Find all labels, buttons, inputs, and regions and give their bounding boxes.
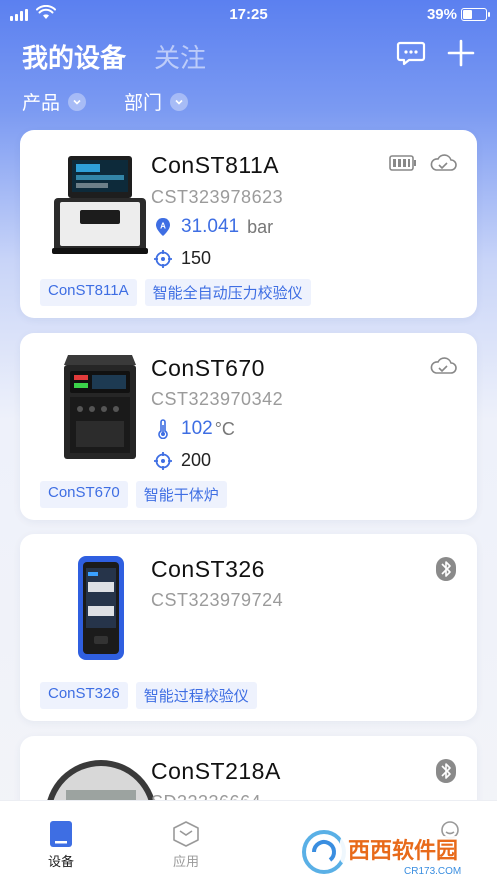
target-icon (154, 451, 172, 470)
tab-my-devices[interactable]: 我的设备 (22, 38, 126, 75)
device-card[interactable]: ConST670 CST323970342 102 °C 200 ConST67… (20, 333, 477, 520)
bluetooth-icon (436, 557, 456, 581)
nav-apps-label: 应用 (172, 854, 199, 869)
device-serial: CST323978623 (151, 187, 284, 207)
device-name: ConST218A (151, 758, 281, 784)
device-tags: ConST326 智能过程校验仪 (40, 682, 257, 709)
device-name: ConST670 (151, 355, 265, 381)
device-metric-setpoint: 150 (153, 248, 211, 269)
cloud-check-icon (430, 357, 457, 374)
add-device-button[interactable] (446, 38, 476, 68)
watermark-sub: CR173.COM (404, 866, 461, 877)
tag-category: 智能干体炉 (135, 481, 227, 508)
tag-category: 智能全自动压力校验仪 (144, 279, 311, 306)
metric-value: 200 (181, 450, 212, 470)
device-metric-setpoint: 200 (153, 450, 211, 471)
target-icon (154, 249, 172, 268)
metric-unit: bar (247, 216, 274, 237)
nav-devices-label: 设备 (47, 854, 74, 869)
nav-header: 我的设备 关注 (0, 30, 497, 78)
message-icon (396, 41, 426, 66)
device-image-dry-block (64, 355, 136, 459)
filter-bar: 产品 部门 (0, 88, 497, 120)
device-metric-temperature: 102 °C (153, 418, 235, 440)
message-button[interactable] (396, 38, 426, 68)
watermark-text: 西西软件园 (348, 838, 458, 864)
cube-icon (156, 817, 216, 851)
battery-percent: 39% (426, 6, 457, 23)
chevron-down-icon (68, 92, 87, 111)
tag-model: ConST811A (40, 279, 137, 306)
metric-unit: °C (214, 418, 235, 439)
device-status-icons (429, 355, 457, 377)
tab-follow[interactable]: 关注 (154, 38, 206, 75)
device-tab-icon (31, 817, 91, 851)
add-icon (447, 39, 475, 67)
device-card[interactable]: ConST326 CST323979724 ConST326 智能过程校验仪 (20, 534, 477, 721)
filter-department-label: 部门 (124, 93, 163, 114)
device-metric-pressure: A 31.041 bar (153, 216, 273, 238)
filter-product[interactable]: 产品 (22, 88, 87, 115)
thermometer-icon (158, 419, 168, 439)
svg-text:A: A (160, 222, 166, 231)
status-bar: 17:25 39% (0, 0, 497, 30)
device-tags: ConST811A 智能全自动压力校验仪 (40, 279, 311, 306)
device-card[interactable]: ConST811A CST323978623 A 31.041 bar 150 … (20, 130, 477, 318)
tag-category: 智能过程校验仪 (135, 682, 257, 709)
device-image-pressure-calibrator (52, 156, 148, 254)
device-status-icons (389, 152, 457, 174)
tag-model: ConST670 (40, 481, 128, 508)
watermark-logo: 西西软件园 CR173.COM (302, 830, 474, 877)
device-name: ConST326 (151, 556, 265, 582)
device-serial: CST323970342 (151, 389, 284, 409)
nav-devices[interactable]: 设备 (31, 817, 91, 870)
pressure-icon: A (156, 218, 170, 236)
battery-icon (461, 8, 490, 21)
tag-model: ConST326 (40, 682, 128, 709)
metric-value: 31.041 (181, 216, 240, 237)
device-name: ConST811A (151, 152, 280, 178)
device-tags: ConST670 智能干体炉 (40, 481, 227, 508)
chevron-down-icon (170, 92, 189, 111)
cloud-check-icon (430, 154, 457, 171)
filter-department[interactable]: 部门 (124, 88, 189, 115)
device-status-icons (435, 758, 457, 784)
status-time: 17:25 (229, 6, 268, 23)
nav-apps[interactable]: 应用 (156, 817, 216, 870)
bluetooth-icon (436, 759, 456, 783)
device-serial: CST323979724 (151, 590, 284, 610)
metric-value: 150 (181, 248, 212, 268)
filter-product-label: 产品 (22, 93, 61, 114)
battery-icon (389, 155, 416, 171)
device-image-process-calibrator (78, 556, 124, 660)
device-status-icons (435, 556, 457, 582)
metric-value: 102 (181, 418, 213, 439)
